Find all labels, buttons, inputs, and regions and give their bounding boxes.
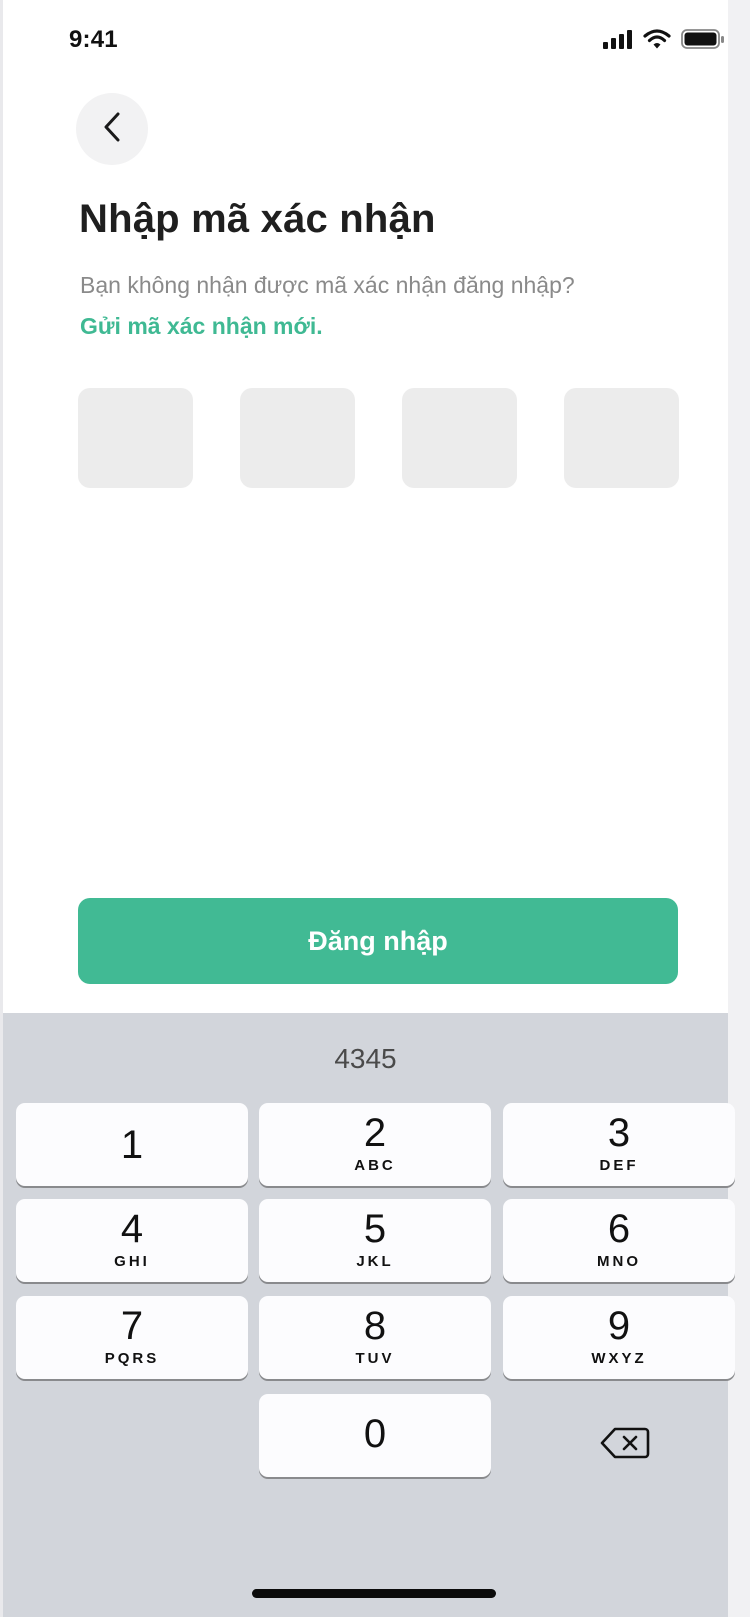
key-digit: 3: [607, 1111, 631, 1155]
key-letters: ABC: [354, 1157, 396, 1174]
key-2[interactable]: 2 ABC: [259, 1103, 491, 1186]
login-button[interactable]: Đăng nhập: [78, 898, 678, 984]
key-letters: GHI: [114, 1253, 150, 1270]
key-0[interactable]: 0: [259, 1394, 491, 1477]
battery-icon: [681, 28, 725, 55]
back-button[interactable]: [76, 93, 148, 165]
key-8[interactable]: 8 TUV: [259, 1296, 491, 1379]
key-digit: 0: [363, 1412, 387, 1456]
code-input-3[interactable]: [402, 388, 517, 488]
key-digit: 8: [363, 1304, 387, 1348]
key-4[interactable]: 4 GHI: [16, 1199, 248, 1282]
key-5[interactable]: 5 JKL: [259, 1199, 491, 1282]
code-input-2[interactable]: [240, 388, 355, 488]
key-digit: 5: [363, 1207, 387, 1251]
key-7[interactable]: 7 PQRS: [16, 1296, 248, 1379]
numeric-keyboard: 4345 1 2 ABC 3 DEF 4 GHI 5 JKL 6 MNO 7 P…: [3, 1013, 735, 1617]
delete-key[interactable]: [585, 1415, 665, 1475]
key-digit: 7: [120, 1304, 144, 1348]
wifi-icon: [643, 29, 671, 54]
code-input-1[interactable]: [78, 388, 193, 488]
key-digit: 2: [363, 1111, 387, 1155]
key-9[interactable]: 9 WXYZ: [503, 1296, 735, 1379]
key-letters: DEF: [599, 1157, 639, 1174]
resend-code-link[interactable]: Gửi mã xác nhận mới.: [80, 313, 323, 340]
key-letters: WXYZ: [591, 1350, 647, 1367]
subtitle: Bạn không nhận được mã xác nhận đăng nhậ…: [80, 272, 575, 298]
key-6[interactable]: 6 MNO: [503, 1199, 735, 1282]
key-digit: 1: [120, 1123, 144, 1167]
backspace-icon: [600, 1426, 650, 1465]
status-bar: 9:41: [3, 0, 731, 84]
key-letters: PQRS: [104, 1350, 160, 1367]
status-time: 9:41: [69, 26, 118, 53]
keyboard-suggestion[interactable]: 4345: [3, 1043, 728, 1075]
key-digit: 9: [607, 1304, 631, 1348]
status-icons: [603, 28, 725, 55]
key-digit: 6: [607, 1207, 631, 1251]
key-letters: JKL: [356, 1253, 394, 1270]
signal-icon: [603, 29, 633, 54]
code-input-4[interactable]: [564, 388, 679, 488]
home-indicator: [252, 1589, 496, 1598]
page-title: Nhập mã xác nhận: [79, 197, 436, 241]
key-3[interactable]: 3 DEF: [503, 1103, 735, 1186]
key-1[interactable]: 1: [16, 1103, 248, 1186]
chevron-left-icon: [102, 111, 122, 148]
key-letters: MNO: [597, 1253, 641, 1270]
key-letters: TUV: [355, 1350, 395, 1367]
key-digit: 4: [120, 1207, 144, 1251]
